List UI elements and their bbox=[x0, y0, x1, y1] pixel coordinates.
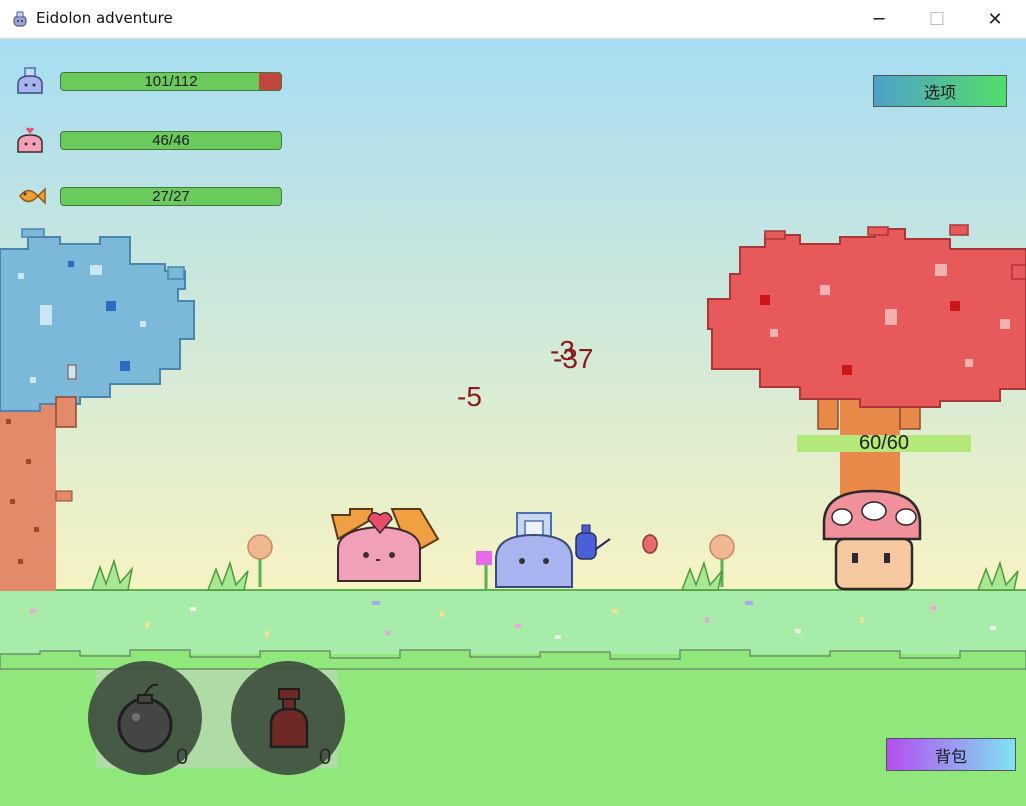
mushroom-enemy bbox=[822, 489, 922, 591]
hp-bar-pink-slime: 46/46 bbox=[60, 131, 282, 150]
window-title: Eidolon adventure bbox=[36, 9, 173, 27]
hp-bar-goldfish: 27/27 bbox=[60, 187, 282, 206]
damage-number: -37 bbox=[553, 343, 594, 374]
hp-text: 101/112 bbox=[144, 73, 198, 90]
hud-row-pink-slime: 46/46 bbox=[14, 125, 294, 155]
bag-button[interactable]: 背包 bbox=[886, 738, 1016, 771]
pink-slime-heart-icon bbox=[17, 127, 43, 153]
goldfish-icon bbox=[19, 187, 46, 205]
hud-row-blue-slime: 101/112 bbox=[14, 66, 294, 96]
title-bar: Eidolon adventure ─ ☐ ✕ bbox=[0, 0, 1026, 39]
hud-row-goldfish: 27/27 bbox=[14, 181, 294, 211]
enemy-hp-bar: 60/60 bbox=[797, 432, 971, 454]
close-button[interactable]: ✕ bbox=[966, 0, 1024, 38]
bomb-count: 0 bbox=[176, 744, 189, 769]
game-scene: 101/112 46/46 27/27 选项 -5 -3 -37 60/60 0… bbox=[0, 39, 1026, 806]
hp-text: 46/46 bbox=[152, 132, 190, 149]
enemy-hp-text: 60/60 bbox=[858, 432, 910, 454]
potion-count: 0 bbox=[319, 744, 332, 769]
maximize-button[interactable]: ☐ bbox=[908, 0, 966, 38]
damage-number: -5 bbox=[457, 381, 482, 412]
game-window: Eidolon adventure ─ ☐ ✕ 101/112 46/46 27… bbox=[0, 0, 1026, 806]
blue-slime-shield-icon bbox=[17, 67, 43, 94]
options-button[interactable]: 选项 bbox=[873, 75, 1007, 107]
hp-bar-blue-slime: 101/112 bbox=[60, 72, 282, 91]
minimize-button[interactable]: ─ bbox=[850, 0, 908, 38]
hp-text: 27/27 bbox=[152, 188, 190, 205]
app-icon bbox=[13, 11, 27, 27]
